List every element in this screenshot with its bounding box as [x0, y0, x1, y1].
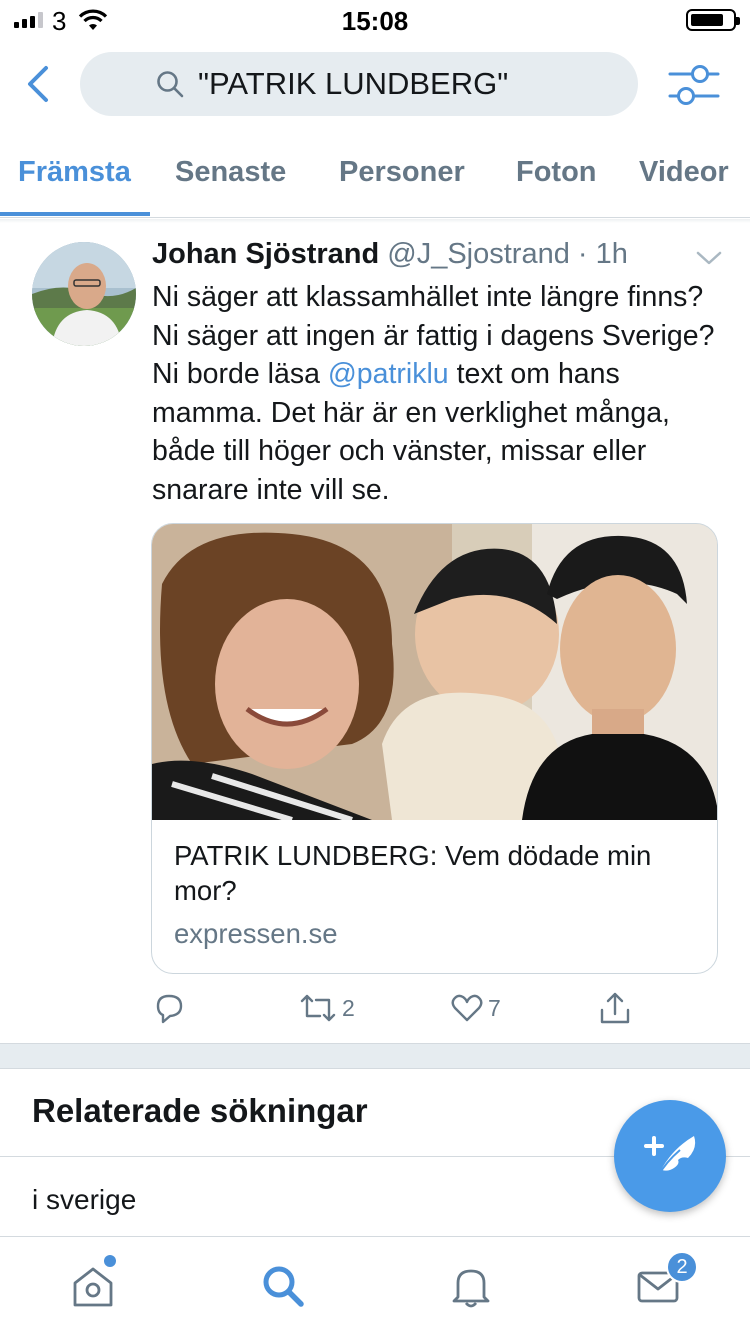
bottom-navigation: 2	[0, 1236, 750, 1334]
link-card[interactable]: PATRIK LUNDBERG: Vem dödade min mor? exp…	[151, 523, 718, 974]
sliders-icon	[668, 65, 720, 105]
battery-icon	[686, 9, 740, 31]
related-search-item[interactable]: i sverige	[32, 1184, 136, 1216]
mention-link[interactable]: @patriklu	[328, 358, 449, 390]
author-handle[interactable]: @J_Sjostrand	[387, 238, 570, 270]
home-new-indicator	[104, 1255, 116, 1267]
messages-badge: 2	[666, 1251, 698, 1283]
retweet-icon	[300, 994, 336, 1022]
search-icon	[263, 1266, 304, 1307]
tab-personer[interactable]: Personer	[339, 156, 465, 189]
search-query: "PATRIK LUNDBERG"	[198, 66, 509, 101]
search-icon	[157, 71, 184, 98]
reply-icon	[156, 994, 183, 1024]
bell-icon	[452, 1269, 490, 1308]
chevron-down-icon	[696, 251, 722, 265]
active-tab-indicator	[0, 212, 150, 216]
retweet-count: 2	[342, 994, 355, 1021]
chevron-left-icon	[28, 66, 48, 102]
related-searches-heading: Relaterade sökningar	[32, 1092, 368, 1129]
tweet-header: Johan Sjöstrand @J_Sjostrand · 1h	[152, 238, 628, 278]
nav-notifications[interactable]	[446, 1261, 496, 1311]
avatar[interactable]	[32, 242, 136, 346]
author-name[interactable]: Johan Sjöstrand	[152, 238, 379, 270]
home-icon	[73, 1267, 113, 1307]
card-domain: expressen.se	[174, 918, 338, 949]
reply-button[interactable]	[152, 988, 186, 1028]
search-input[interactable]: "PATRIK LUNDBERG"	[80, 52, 638, 116]
nav-search[interactable]	[258, 1261, 308, 1311]
status-bar: 3 15:08	[0, 0, 750, 40]
section-divider	[0, 1043, 750, 1069]
like-count: 7	[488, 994, 501, 1021]
status-time: 15:08	[341, 6, 409, 36]
compose-tweet-button[interactable]	[614, 1100, 726, 1212]
search-filter-button[interactable]	[668, 62, 720, 108]
like-button[interactable]: 7	[450, 988, 501, 1028]
tweet-text: Ni säger att klassamhället inte längre f…	[152, 278, 722, 509]
tab-senaste[interactable]: Senaste	[175, 156, 286, 189]
share-icon	[600, 992, 630, 1024]
share-button[interactable]	[598, 988, 632, 1028]
retweet-button[interactable]: 2	[298, 988, 355, 1028]
tabs-shadow	[0, 219, 750, 223]
nav-home[interactable]	[68, 1261, 118, 1311]
compose-feather-icon	[644, 1136, 696, 1177]
tab-framsta[interactable]: Främsta	[18, 156, 131, 189]
article-photo	[152, 524, 717, 820]
header-separator: ·	[577, 238, 588, 270]
search-tabs: Främsta Senaste Personer Foton Videor	[0, 148, 750, 218]
back-button[interactable]	[22, 64, 58, 104]
heart-icon	[451, 994, 483, 1022]
tweet-time: 1h	[595, 238, 628, 270]
tab-videor[interactable]: Videor	[639, 156, 729, 189]
tweet-menu-button[interactable]	[694, 246, 724, 270]
tab-foton[interactable]: Foton	[516, 156, 597, 189]
card-title: PATRIK LUNDBERG: Vem dödade min mor?	[174, 840, 652, 906]
